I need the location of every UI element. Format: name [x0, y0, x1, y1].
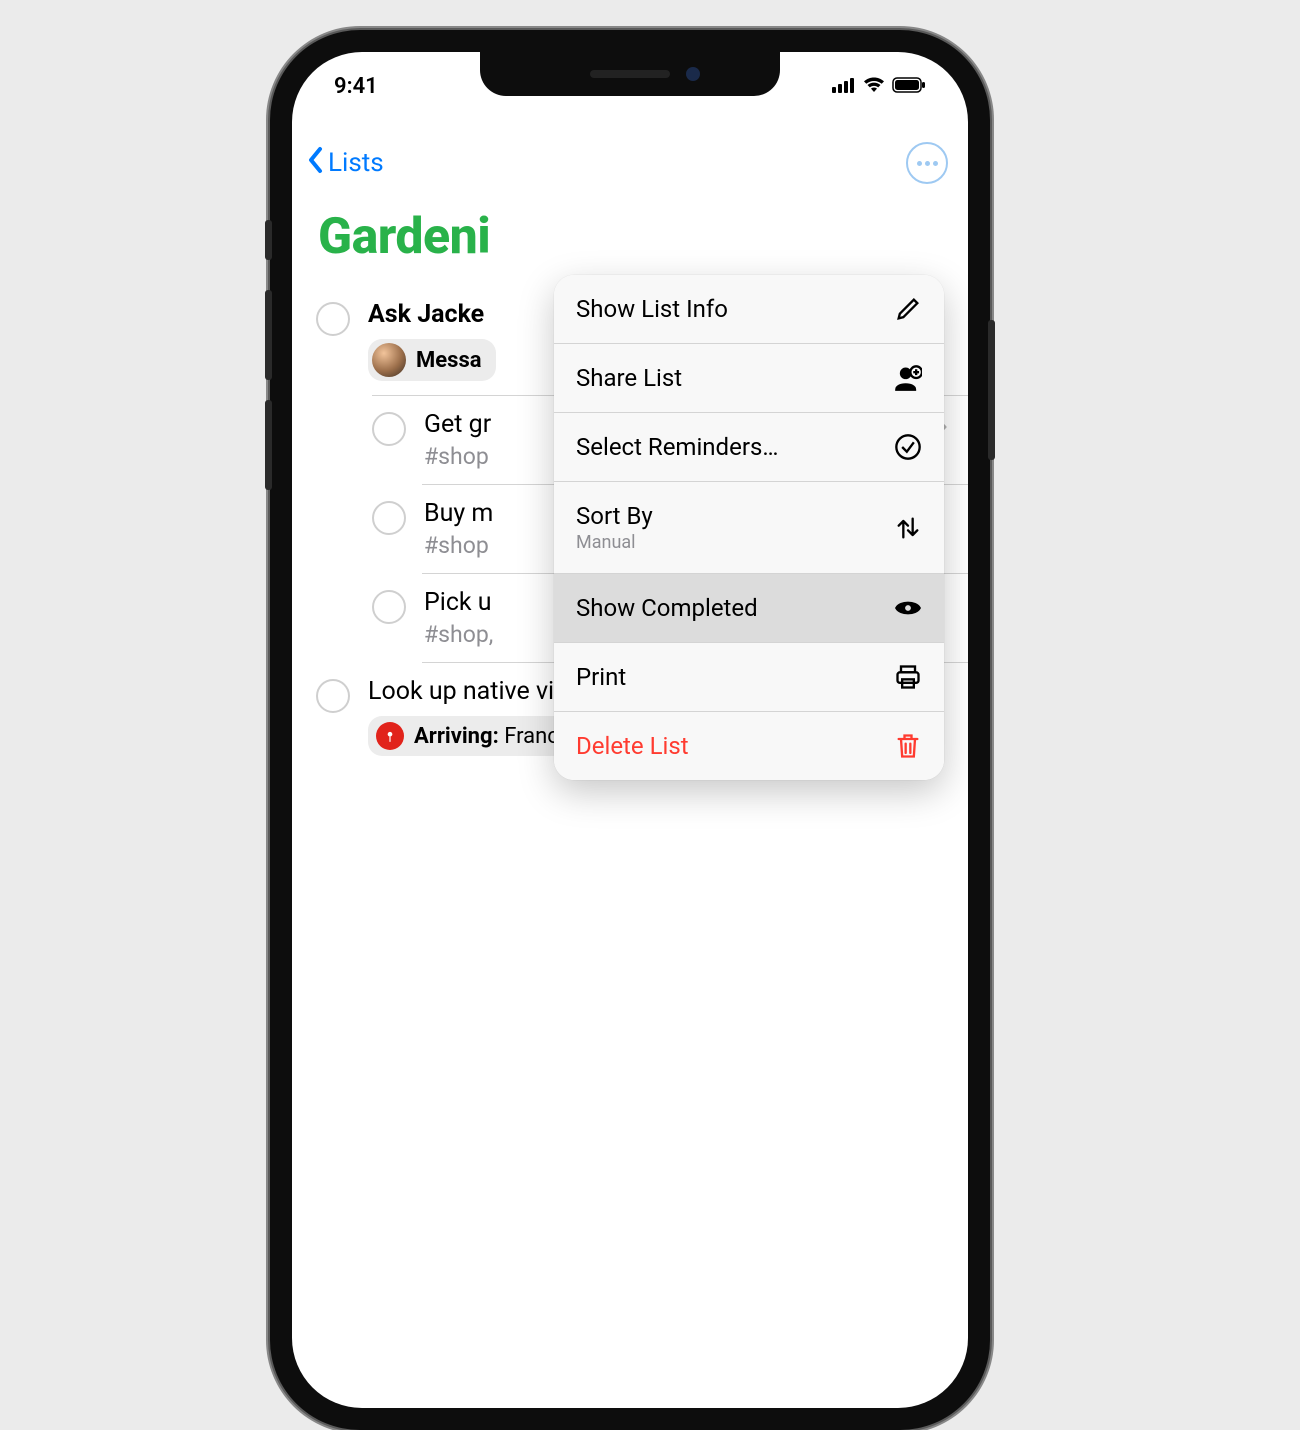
battery-icon [892, 74, 926, 99]
cellular-icon [832, 74, 856, 99]
reminders-app: Lists Gardeni Ask Jacke Messa [292, 120, 968, 1408]
message-badge[interactable]: Messa [368, 339, 496, 381]
status-time: 9:41 [334, 74, 378, 99]
menu-print[interactable]: Print [554, 643, 944, 712]
complete-toggle[interactable] [372, 501, 406, 535]
menu-delete-list[interactable]: Delete List [554, 712, 944, 780]
list-title: Gardeni [292, 202, 968, 286]
location-pin-icon [376, 722, 404, 750]
screen: 9:41 Lists [292, 52, 968, 1408]
trash-icon [894, 732, 922, 760]
arrows-updown-icon [894, 514, 922, 542]
power-button [988, 320, 995, 460]
back-label: Lists [328, 148, 384, 178]
location-label: Arriving: [414, 724, 499, 749]
menu-sort-by[interactable]: Sort By Manual [554, 482, 944, 574]
menu-show-list-info[interactable]: Show List Info [554, 275, 944, 344]
complete-toggle[interactable] [372, 412, 406, 446]
mute-switch [265, 220, 272, 260]
menu-select-reminders[interactable]: Select Reminders… [554, 413, 944, 482]
message-badge-label: Messa [416, 348, 482, 373]
sort-by-value: Manual [576, 532, 653, 553]
complete-toggle[interactable] [316, 302, 350, 336]
pencil-icon [894, 295, 922, 323]
complete-toggle[interactable] [372, 590, 406, 624]
volume-down-button [265, 400, 272, 490]
person-plus-icon [894, 364, 922, 392]
phone-frame: 9:41 Lists [270, 30, 990, 1430]
wifi-icon [862, 74, 886, 99]
printer-icon [894, 663, 922, 691]
eye-icon [894, 594, 922, 622]
chevron-left-icon [306, 145, 326, 182]
complete-toggle[interactable] [316, 679, 350, 713]
notch [480, 52, 780, 96]
options-menu: Show List Info Share List Select Reminde… [554, 275, 944, 780]
avatar [372, 343, 406, 377]
volume-up-button [265, 290, 272, 380]
back-button[interactable]: Lists [306, 145, 384, 182]
more-options-button[interactable] [906, 142, 948, 184]
menu-show-completed[interactable]: Show Completed [554, 574, 944, 643]
menu-share-list[interactable]: Share List [554, 344, 944, 413]
nav-bar: Lists [292, 138, 968, 202]
check-circle-icon [894, 433, 922, 461]
